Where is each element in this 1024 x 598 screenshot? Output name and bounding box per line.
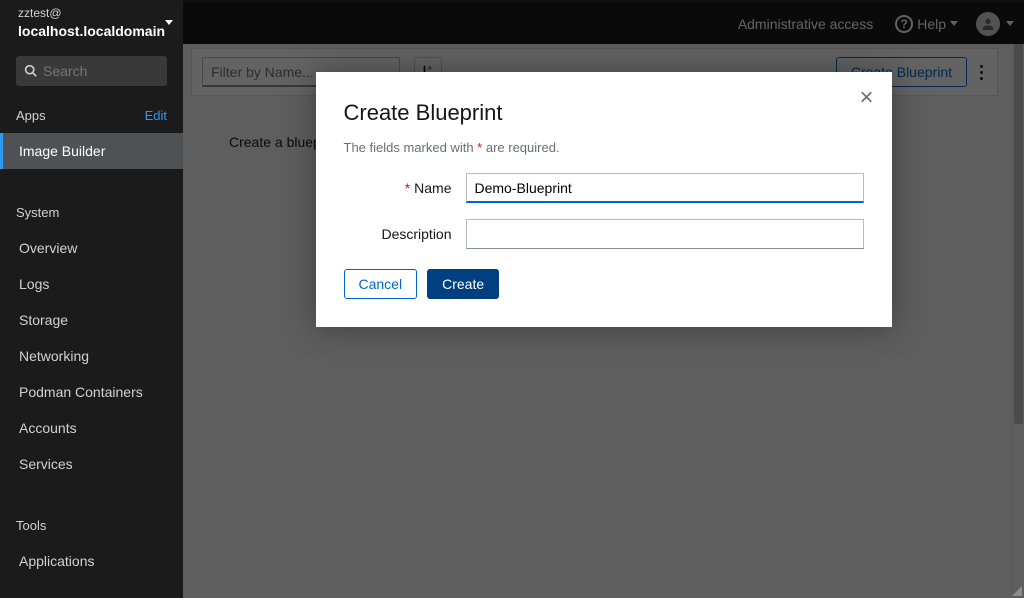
modal-backdrop[interactable]: × Create Blueprint The fields marked wit… — [183, 0, 1024, 598]
sidebar: zztest@ localhost.localdomain Apps Edit … — [0, 0, 183, 598]
close-icon[interactable]: × — [859, 86, 873, 110]
nav-label: Storage — [19, 312, 68, 328]
tools-heading: Tools — [16, 518, 46, 533]
nav-label: Applications — [19, 553, 95, 569]
nav-label: Accounts — [19, 420, 77, 436]
modal-title: Create Blueprint — [344, 100, 864, 126]
nav-label: Logs — [19, 276, 49, 292]
nav-image-builder[interactable]: Image Builder — [0, 133, 183, 169]
description-label: Description — [344, 226, 466, 242]
sidebar-section-tools: Tools — [0, 508, 183, 543]
blueprint-name-input[interactable] — [466, 173, 864, 203]
create-button[interactable]: Create — [427, 269, 499, 299]
cancel-button[interactable]: Cancel — [344, 269, 418, 299]
nav-podman-containers[interactable]: Podman Containers — [0, 374, 183, 410]
host-switcher[interactable]: zztest@ localhost.localdomain — [0, 0, 183, 46]
nav-label: Image Builder — [19, 143, 105, 159]
nav-label: Networking — [19, 348, 89, 364]
nav-storage[interactable]: Storage — [0, 302, 183, 338]
blueprint-description-input[interactable] — [466, 219, 864, 249]
nav-applications[interactable]: Applications — [0, 543, 183, 579]
nav-overview[interactable]: Overview — [0, 230, 183, 266]
required-hint: The fields marked with * are required. — [344, 140, 864, 155]
sidebar-search[interactable] — [16, 56, 167, 86]
nav-label: Podman Containers — [19, 384, 143, 400]
nav-services[interactable]: Services — [0, 446, 183, 482]
window-resize-grip[interactable] — [1010, 584, 1022, 596]
search-input[interactable] — [43, 63, 159, 79]
nav-label: Overview — [19, 240, 77, 256]
sidebar-section-apps: Apps Edit — [0, 98, 183, 133]
system-heading: System — [16, 205, 59, 220]
chevron-down-icon — [165, 20, 173, 25]
nav-accounts[interactable]: Accounts — [0, 410, 183, 446]
apps-heading: Apps — [16, 108, 46, 123]
nav-label: Services — [19, 456, 73, 472]
nav-networking[interactable]: Networking — [0, 338, 183, 374]
session-host: localhost.localdomain — [18, 22, 165, 40]
search-icon — [24, 64, 37, 77]
nav-logs[interactable]: Logs — [0, 266, 183, 302]
create-blueprint-modal: × Create Blueprint The fields marked wit… — [316, 72, 892, 327]
apps-edit-link[interactable]: Edit — [145, 108, 167, 123]
session-user: zztest@ — [18, 6, 165, 22]
name-label: * Name — [344, 180, 466, 196]
sidebar-section-system: System — [0, 195, 183, 230]
